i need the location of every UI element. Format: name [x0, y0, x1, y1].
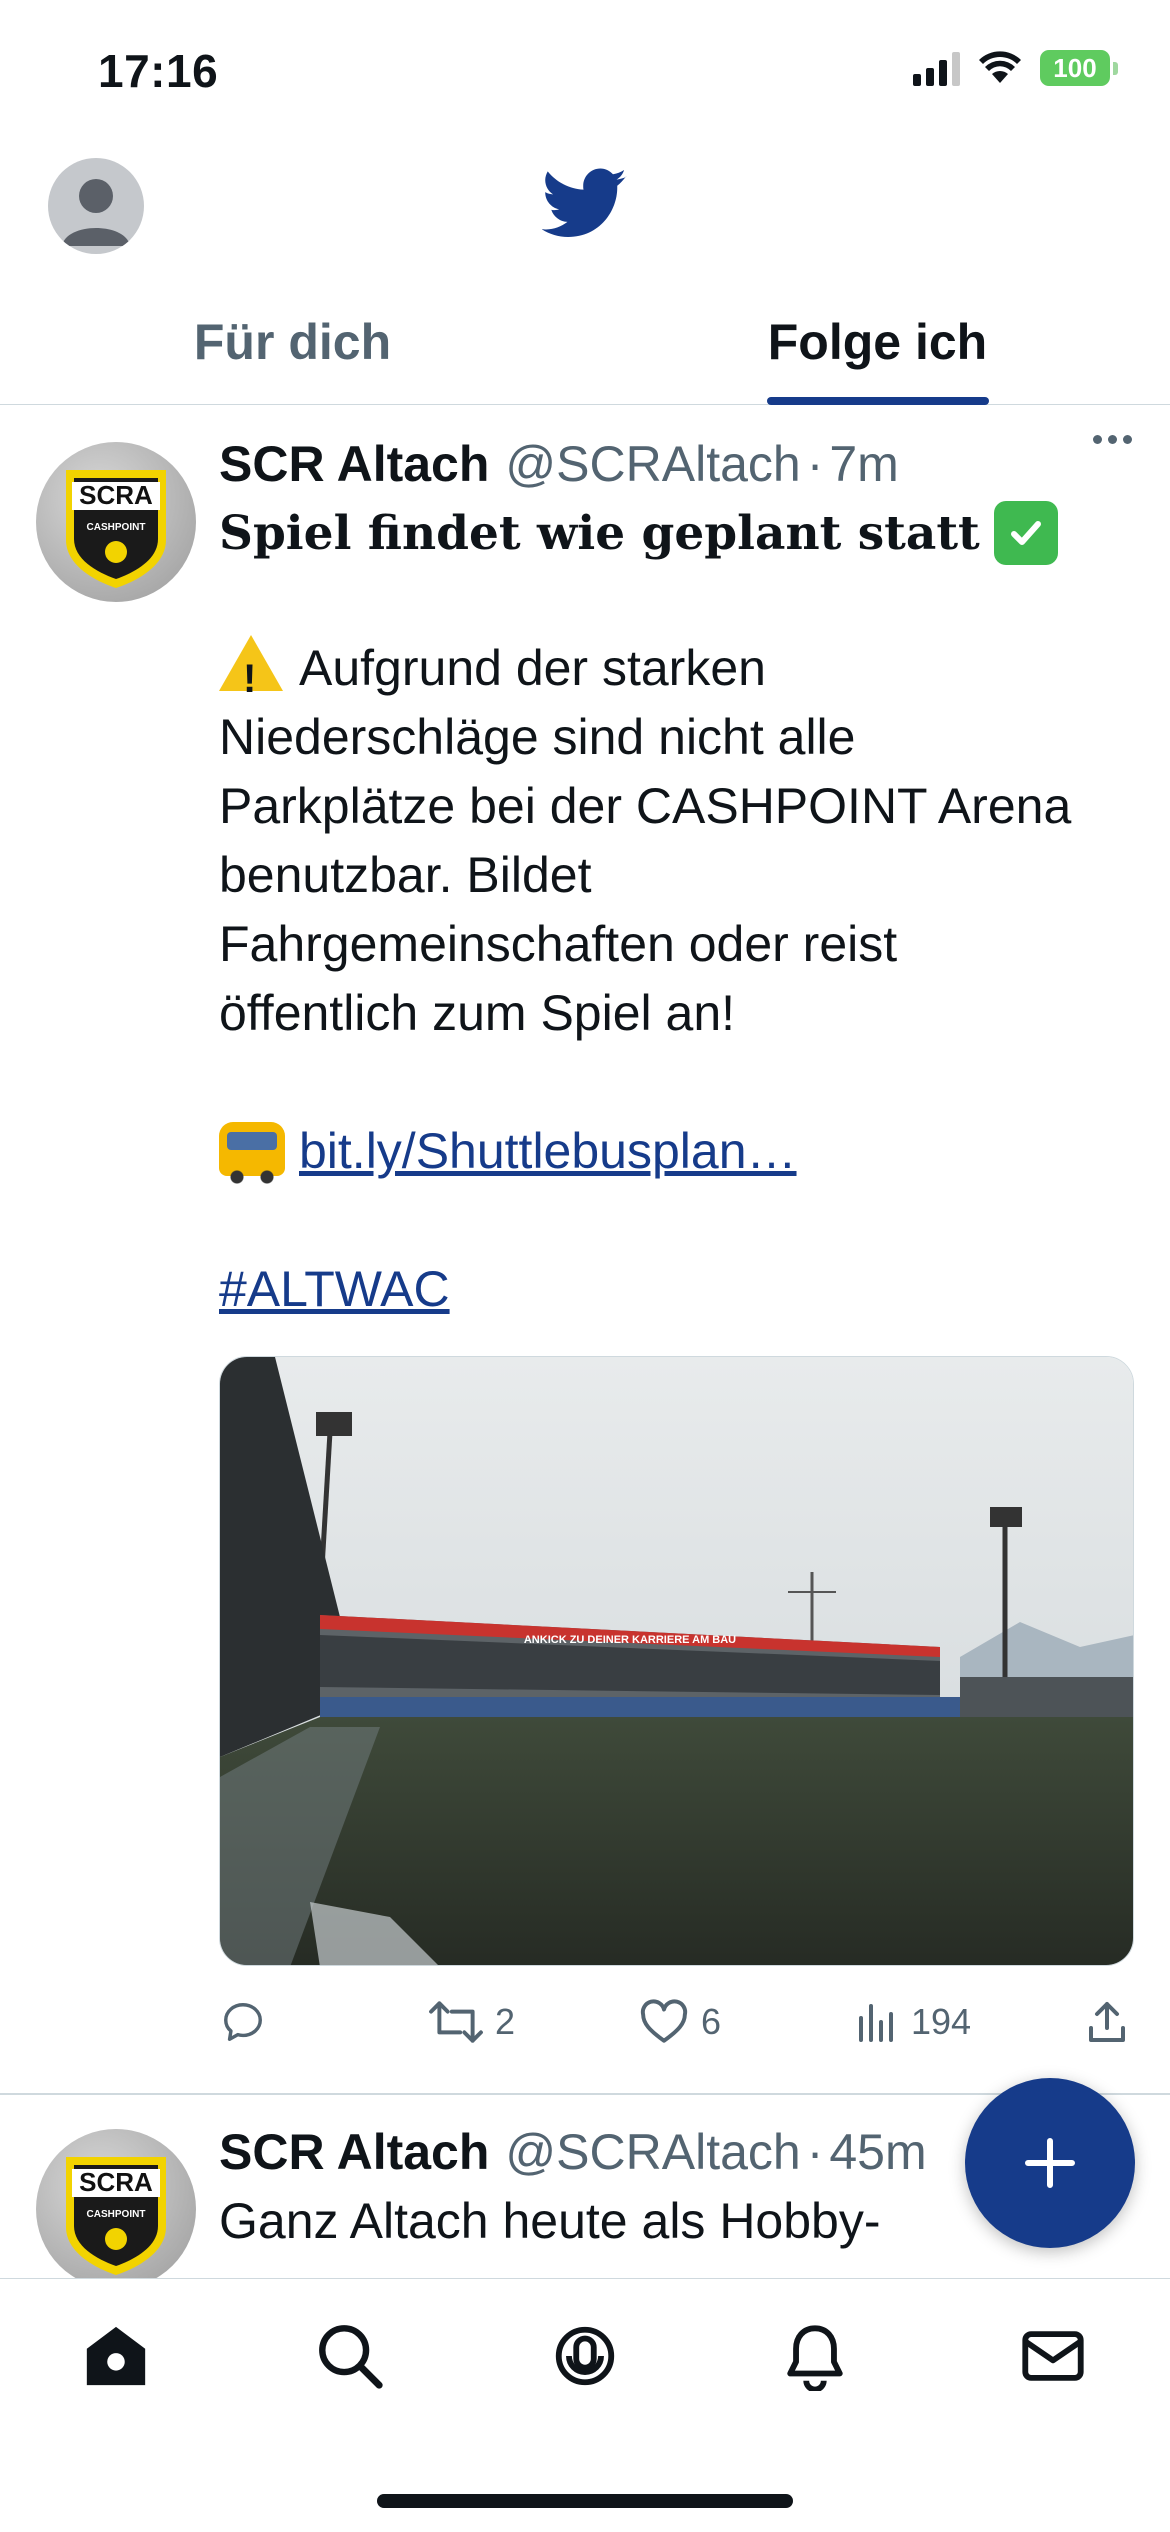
plus-icon [1025, 2138, 1075, 2188]
spaces-icon [555, 2326, 615, 2386]
scra-shield-logo: SCRA CASHPOINT [66, 470, 166, 588]
tweet-header: SCR Altach @SCRAltach · 7m [219, 435, 1134, 493]
tweet-body: Aufgrund der starken Niederschläge sind … [219, 634, 1134, 1048]
tab-label: Für dich [193, 314, 392, 370]
home-icon [86, 2326, 146, 2386]
separator-dot: · [806, 436, 824, 492]
scra-shield-logo: SCRA CASHPOINT [66, 2157, 166, 2275]
retweet-icon [429, 2001, 483, 2043]
body-line: Fahrgemeinschaften oder reist [219, 916, 898, 972]
tweet-headline: Spiel findet wie geplant statt [219, 501, 1134, 565]
tweet-content: SCR Altach @SCRAltach · 7m Spiel findet … [219, 435, 1134, 2052]
tweet[interactable]: SCRA CASHPOINT SCR Altach @SCRAltach · 7… [0, 405, 1170, 2095]
retweet-button[interactable]: 2 [429, 1999, 515, 2045]
status-time: 17:16 [98, 45, 219, 97]
shuttlebus-link[interactable]: bit.ly/Shuttlebusplan… [299, 1123, 797, 1179]
status-icons: 100 [913, 50, 1118, 86]
user-handle[interactable]: @SCRAltach [505, 435, 800, 493]
compose-tweet-button[interactable] [965, 2078, 1135, 2248]
search-icon [319, 2325, 383, 2389]
reply-icon [224, 2003, 262, 2041]
tweet-timestamp[interactable]: 7m [829, 435, 898, 493]
bottom-navigation [0, 2278, 1170, 2532]
timeline-tabs: Für dich Folge ich [0, 280, 1170, 405]
default-avatar-icon [62, 179, 130, 246]
nav-search-button[interactable] [315, 2321, 385, 2391]
home-indicator [377, 2494, 793, 2508]
user-handle[interactable]: @SCRAltach [505, 2123, 800, 2181]
tab-for-you[interactable]: Für dich [0, 280, 585, 404]
nav-notifications-button[interactable] [780, 2321, 850, 2393]
nav-spaces-button[interactable] [550, 2321, 620, 2391]
share-icon [1089, 2002, 1125, 2042]
views-button[interactable]: 194 [855, 2000, 971, 2044]
notifications-icon [787, 2325, 843, 2393]
warning-icon [219, 635, 283, 714]
wifi-icon [979, 51, 1021, 83]
reply-button[interactable] [219, 1999, 267, 2045]
nav-home-button[interactable] [81, 2321, 151, 2391]
battery-icon: 100 [1040, 50, 1118, 86]
body-line: Aufgrund der starken [299, 640, 766, 696]
check-mark-icon [993, 501, 1058, 565]
retweet-count: 2 [495, 2001, 516, 2042]
tweet-avatar[interactable]: SCRA CASHPOINT [36, 442, 196, 602]
tweet-actions: 2 6 194 [219, 1992, 1134, 2052]
views-analytics-icon [859, 2004, 893, 2042]
stadium-photo: ANKICK ZU DEINER KARRIERE AM BAU [220, 1357, 1133, 1965]
display-name[interactable]: SCR Altach [219, 435, 489, 493]
body-line: benutzbar. Bildet [219, 847, 592, 903]
profile-avatar-button[interactable] [48, 158, 144, 254]
hashtag-line: #ALTWAC [219, 1255, 1134, 1324]
battery-level: 100 [1040, 50, 1110, 86]
view-count: 194 [911, 2001, 972, 2042]
tweet-image-stadium[interactable]: ANKICK ZU DEINER KARRIERE AM BAU [219, 1356, 1134, 1966]
heart-icon [640, 1999, 688, 2043]
twitter-bird-logo-icon[interactable] [542, 168, 628, 240]
separator-dot: · [806, 2124, 824, 2180]
hashtag-link[interactable]: #ALTWAC [219, 1261, 450, 1317]
active-tab-indicator [766, 397, 989, 405]
bus-icon [219, 1122, 285, 1184]
status-bar: 17:16 100 [0, 0, 1170, 150]
cellular-signal-icon [913, 50, 960, 86]
tab-following[interactable]: Folge ich [585, 280, 1170, 405]
tweet-avatar[interactable]: SCRA CASHPOINT [36, 2129, 196, 2278]
body-line: öffentlich zum Spiel an! [219, 985, 736, 1041]
nav-messages-button[interactable] [1018, 2321, 1088, 2391]
like-button[interactable]: 6 [639, 1999, 721, 2045]
tweet-timestamp[interactable]: 45m [829, 2123, 926, 2181]
avatar-logo-text: SCRA [79, 2167, 153, 2197]
avatar-logo-text: SCRA [79, 480, 153, 510]
messages-icon [1022, 2331, 1084, 2381]
headline-text: Spiel findet wie geplant statt [219, 505, 980, 561]
tweet-link-line: bit.ly/Shuttlebusplan… [219, 1117, 1134, 1186]
body-line: Niederschläge sind nicht alle [219, 709, 856, 765]
avatar-logo-sub: CASHPOINT [87, 522, 146, 533]
display-name[interactable]: SCR Altach [219, 2123, 489, 2181]
like-count: 6 [701, 2001, 722, 2042]
tab-label: Folge ich [767, 314, 988, 370]
share-button[interactable] [1085, 2000, 1129, 2044]
stadium-banner-text: ANKICK ZU DEINER KARRIERE AM BAU [524, 1634, 736, 1646]
avatar-logo-sub: CASHPOINT [87, 2209, 146, 2220]
top-header [0, 150, 1170, 280]
body-line: Parkplätze bei der CASHPOINT Arena [219, 778, 1072, 834]
